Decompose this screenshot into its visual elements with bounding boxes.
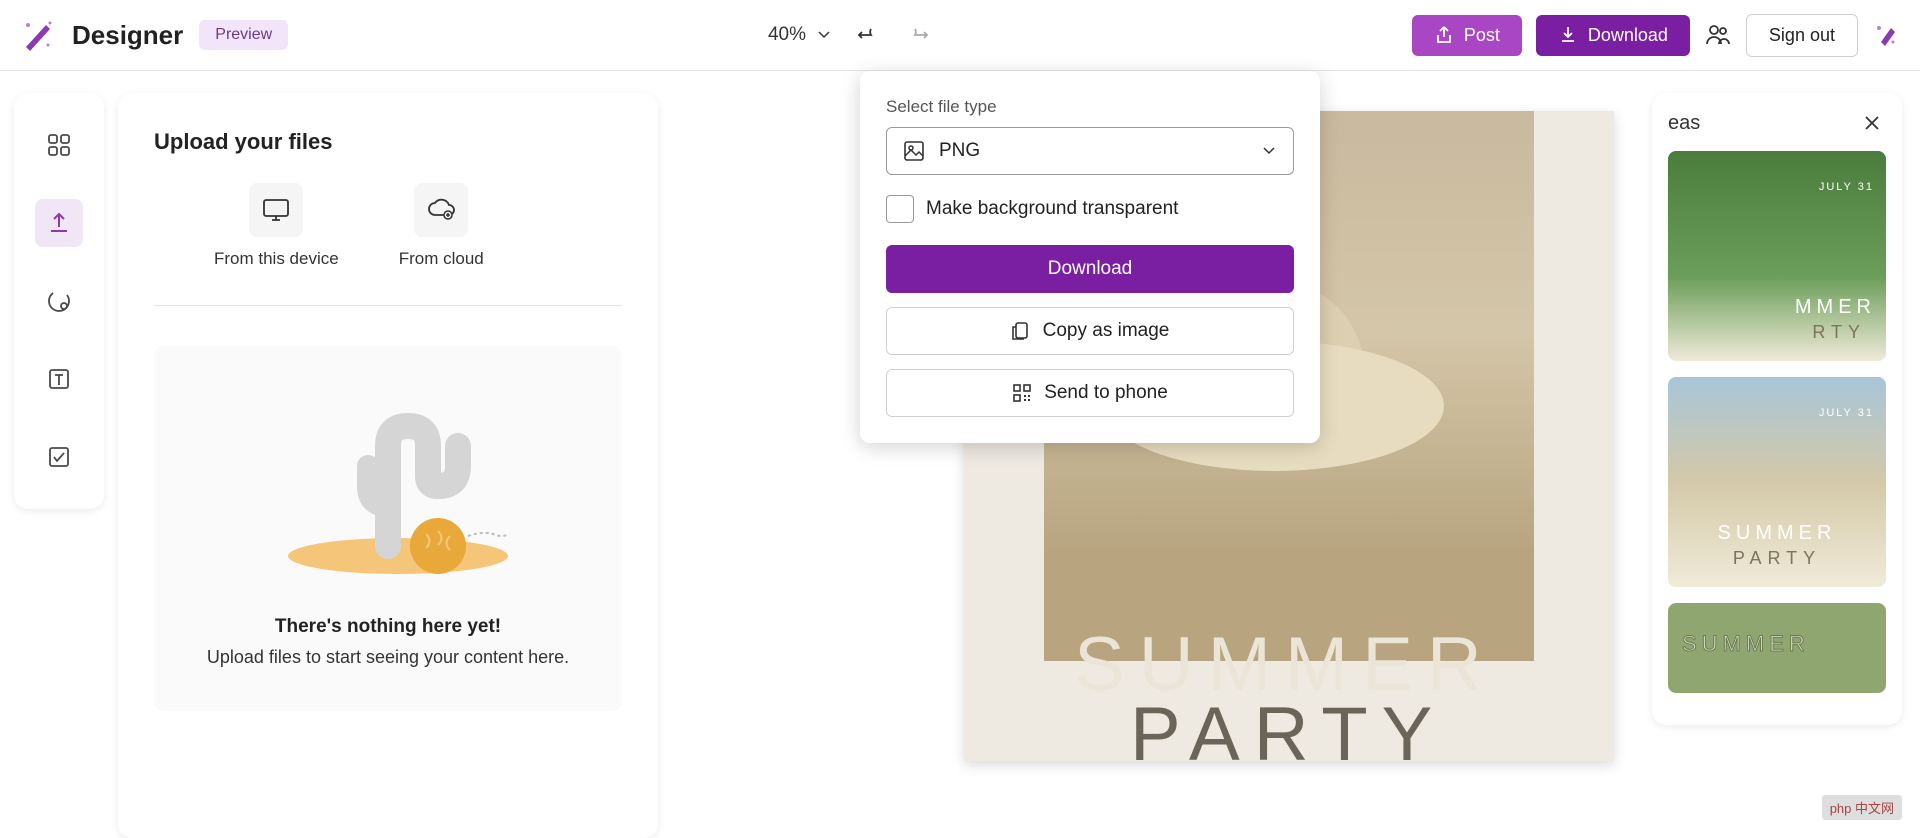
chevron-down-icon [816, 27, 832, 43]
transparent-label: Make background transparent [926, 198, 1178, 220]
upload-title: Upload your files [154, 129, 622, 155]
people-icon[interactable] [1704, 21, 1732, 49]
sidebar-templates[interactable] [35, 121, 83, 169]
sparkle-icon[interactable] [1872, 21, 1900, 49]
image-icon [903, 140, 925, 162]
idea-title: MMER [1795, 296, 1876, 319]
redo-button[interactable] [904, 21, 932, 49]
designer-logo-icon [20, 17, 56, 53]
idea-subtitle: PARTY [1733, 548, 1821, 569]
close-icon [1863, 114, 1881, 132]
copy-as-image-button[interactable]: Copy as image [886, 307, 1294, 355]
qr-icon [1012, 383, 1032, 403]
transparent-checkbox-row[interactable]: Make background transparent [886, 195, 1294, 223]
idea-card-2[interactable]: JULY 31 SUMMER PARTY [1668, 377, 1886, 587]
idea-card-1[interactable]: JULY 31 MMER RTY [1668, 151, 1886, 361]
sidebar [14, 93, 104, 509]
sidebar-images[interactable] [35, 277, 83, 325]
download-button-popup[interactable]: Download [886, 245, 1294, 293]
transparent-checkbox[interactable] [886, 195, 914, 223]
watermark: php 中文网 [1822, 795, 1902, 820]
idea-text: SUMMER [1682, 631, 1810, 657]
idea-card-3[interactable]: SUMMER [1668, 603, 1886, 693]
idea-subtitle: RTY [1812, 322, 1866, 343]
idea-date: JULY 31 [1819, 407, 1874, 419]
idea-date: JULY 31 [1819, 181, 1874, 193]
file-type-label: Select file type [886, 97, 1294, 117]
file-type-value: PNG [939, 140, 980, 162]
empty-title: There's nothing here yet! [275, 616, 501, 638]
download-popup: Select file type PNG Make background tra… [860, 71, 1320, 443]
cactus-illustration [258, 386, 518, 586]
empty-state: There's nothing here yet! Upload files t… [154, 346, 622, 711]
share-icon [1434, 25, 1454, 45]
chevron-down-icon [1261, 143, 1277, 159]
sidebar-upload[interactable] [35, 199, 83, 247]
close-ideas-button[interactable] [1858, 109, 1886, 137]
idea-title: SUMMER [1718, 522, 1837, 545]
ideas-panel: eas JULY 31 MMER RTY JULY 31 SUMMER PART… [1652, 93, 1902, 725]
canvas-title-line2: PARTY [1130, 691, 1446, 761]
file-type-select[interactable]: PNG [886, 127, 1294, 175]
undo-button[interactable] [854, 21, 882, 49]
upload-panel: Upload your files From this device From … [118, 93, 658, 838]
empty-description: Upload files to start seeing your conten… [207, 644, 569, 671]
download-icon [1558, 25, 1578, 45]
preview-badge: Preview [199, 20, 288, 50]
zoom-control[interactable]: 40% [768, 24, 832, 46]
app-name: Designer [72, 20, 183, 51]
monitor-icon [261, 195, 291, 225]
download-button-header[interactable]: Download [1536, 15, 1690, 56]
sidebar-text[interactable] [35, 355, 83, 403]
upload-from-device[interactable]: From this device [214, 183, 339, 269]
sign-out-button[interactable]: Sign out [1746, 14, 1858, 57]
upload-from-cloud[interactable]: From cloud [399, 183, 484, 269]
post-button[interactable]: Post [1412, 15, 1522, 56]
sidebar-shapes[interactable] [35, 433, 83, 481]
send-to-phone-button[interactable]: Send to phone [886, 369, 1294, 417]
cloud-upload-icon [426, 195, 456, 225]
divider [154, 305, 622, 306]
zoom-value: 40% [768, 24, 806, 46]
ideas-title: eas [1668, 112, 1700, 135]
copy-icon [1011, 321, 1031, 341]
